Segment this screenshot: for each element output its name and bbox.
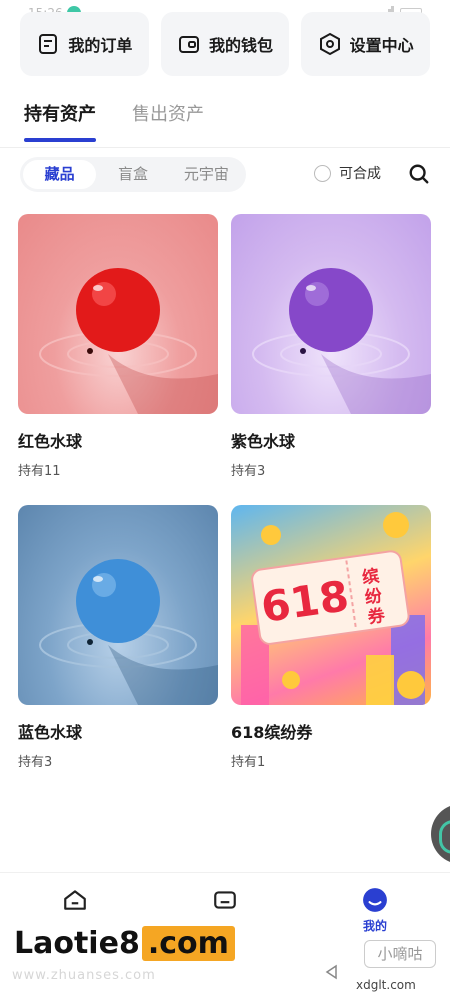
collectible-card[interactable]: 红色水球 持有11 <box>18 214 218 479</box>
tab-collectibles[interactable]: 藏品 <box>23 160 97 189</box>
profile-icon <box>363 888 387 912</box>
order-list-icon <box>39 34 58 54</box>
collectibles-grid: 红色水球 持有11 紫色水球 持有3 蓝色水球 持有3 618 缤纷券 618缤… <box>18 214 432 770</box>
home-icon <box>64 890 86 910</box>
blue-balloon-illustration <box>39 559 218 705</box>
red-balloon-illustration <box>39 268 218 414</box>
collectible-card[interactable]: 紫色水球 持有3 <box>231 214 431 479</box>
watermark-left-text: Laotie8 <box>14 926 140 961</box>
settings-center-label: 设置中心 <box>349 36 414 55</box>
collectible-card[interactable]: 618 缤纷券 618缤纷券 持有1 <box>231 505 431 770</box>
mergeable-radio[interactable] <box>314 164 331 182</box>
market-icon <box>214 891 236 909</box>
collectible-name: 蓝色水球 <box>18 723 83 742</box>
settings-center-button[interactable]: 设置中心 <box>301 12 431 76</box>
tab-blind-box[interactable]: 盲盒 <box>96 160 169 189</box>
collectible-count: 持有3 <box>231 464 266 479</box>
search-icon[interactable] <box>408 163 430 185</box>
watermark-left-main: Laotie8 .com <box>14 926 235 961</box>
collectible-name: 紫色水球 <box>231 432 296 451</box>
watermark-right: 小嘀咕 <box>364 940 436 968</box>
collectible-name: 618缤纷券 <box>231 723 313 742</box>
watermark-left-sub: www.zhuanses.com <box>12 968 156 983</box>
category-tabs: 藏品 盲盒 元宇宙 <box>20 157 246 192</box>
quick-links: 我的订单 我的钱包 设置中心 <box>20 12 431 76</box>
collectible-count: 持有3 <box>18 755 53 770</box>
my-orders-label: 我的订单 <box>68 36 133 55</box>
my-wallet-button[interactable]: 我的钱包 <box>160 12 290 76</box>
mergeable-label: 可合成 <box>339 166 381 182</box>
asset-tabs: 持有资产 售出资产 <box>24 100 204 142</box>
floating-service-button[interactable] <box>431 804 450 864</box>
watermark-right-sub: xdglt.com <box>356 978 416 992</box>
collectible-count: 持有11 <box>18 464 61 479</box>
mergeable-filter[interactable]: 可合成 <box>314 163 381 183</box>
collectible-name: 红色水球 <box>18 432 83 451</box>
purple-balloon-illustration <box>252 268 431 414</box>
tab-metaverse[interactable]: 元宇宙 <box>170 160 243 189</box>
collectible-card[interactable]: 蓝色水球 持有3 <box>18 505 218 770</box>
red-water-balloon-image <box>18 214 218 414</box>
tab-holding-assets[interactable]: 持有资产 <box>24 100 96 142</box>
watermark-left-com: .com <box>141 926 235 961</box>
nav-profile-label: 我的 <box>362 919 387 933</box>
collectible-count: 持有1 <box>231 755 266 770</box>
back-triangle-icon[interactable] <box>324 964 340 980</box>
tab-sold-assets[interactable]: 售出资产 <box>132 100 204 140</box>
tabs-divider <box>0 147 450 148</box>
my-orders-button[interactable]: 我的订单 <box>20 12 149 76</box>
settings-hex-icon <box>319 32 340 56</box>
wallet-icon <box>179 36 199 53</box>
618-coupon-image: 618 缤纷券 <box>231 505 431 705</box>
watermark-left: Laotie8 .com <box>0 922 250 974</box>
my-wallet-label: 我的钱包 <box>209 36 274 55</box>
blue-water-balloon-image <box>18 505 218 705</box>
purple-water-balloon-image <box>231 214 431 414</box>
